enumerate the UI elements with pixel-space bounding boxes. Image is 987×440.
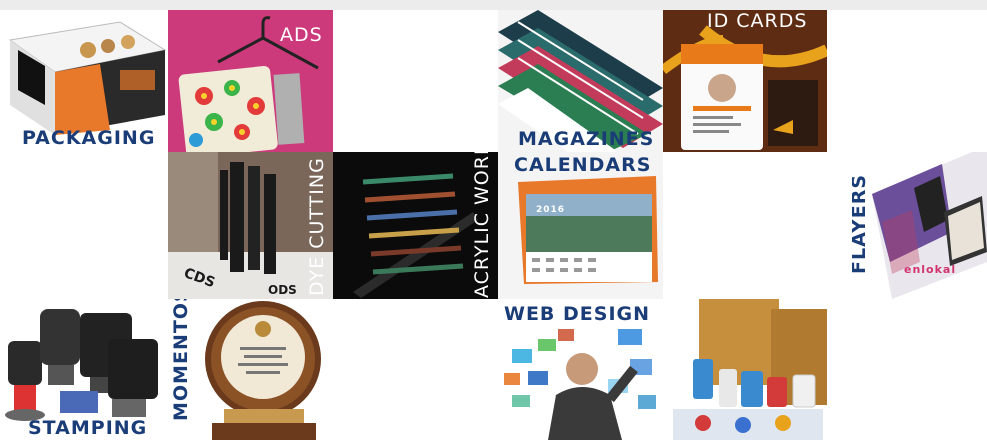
dye-cutting-label: DYE CUTTING [306,157,328,296]
id-cards-label: ID CARDS [707,10,808,32]
momentos-tile[interactable]: MOMENTOS [168,299,333,440]
calendars-label: CALENDARS [514,154,652,176]
packaging-label: PACKAGING [22,127,156,149]
gifts-tile[interactable]: GIFTS [663,299,827,440]
ads-tile[interactable]: ADS [168,10,333,155]
magazines-label: MAGAZINES [518,128,655,150]
calendar-year: 2016 [536,205,566,215]
gifts-label: GIFTS [667,299,689,359]
top-strip [0,0,987,10]
acrylic-works-tile[interactable]: ACRYLIC WORKS [333,152,498,299]
dye-cutting-tile[interactable]: CDS ODS DYE CUTTING [168,152,333,299]
calendars-tile[interactable]: 2016 CALENDARS [498,152,663,299]
stamping-label: STAMPING [28,417,148,439]
flyer-phone-image [872,152,987,299]
flayers-brand: enlokal [904,263,957,276]
ads-label: ADS [280,24,323,46]
svg-text:ODS: ODS [268,283,297,297]
packaging-tile[interactable]: PACKAGING [0,10,168,155]
flayers-label: FLAYERS [852,173,870,274]
id-cards-tile[interactable]: ID CARDS [663,10,827,152]
flayers-tile[interactable]: enlokal FLAYERS [852,152,987,299]
trophy-image [205,301,321,440]
stamping-tile[interactable]: STAMPING [0,299,168,440]
web-design-label: WEB DESIGN [504,303,651,325]
momentos-label: MOMENTOS [170,299,192,421]
acrylic-works-label: ACRYLIC WORKS [471,152,493,298]
web-design-tile[interactable]: WEB DESIGN [498,299,663,440]
magazines-tile[interactable]: MAGAZINES [498,10,663,152]
